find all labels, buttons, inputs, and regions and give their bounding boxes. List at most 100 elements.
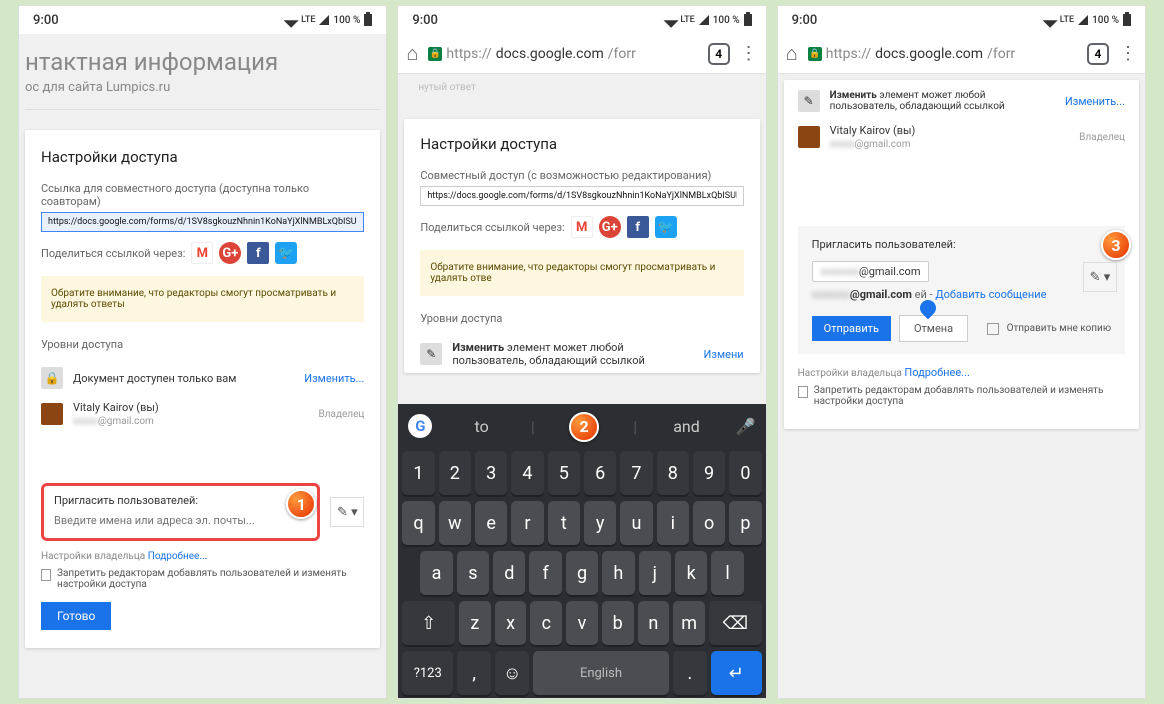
key-q[interactable]: q [402,501,434,545]
key-m[interactable]: m [673,601,705,645]
key-s[interactable]: s [457,551,489,595]
invite-panel: Пригласить пользователей: xxxxxxx@gmail.… [798,226,1125,354]
email-chip[interactable]: xxxxxxx@gmail.com [812,261,930,282]
key-g[interactable]: g [566,551,598,595]
notice-banner: Обратите внимание, что редакторы смогут … [41,276,364,322]
phone-2: 9:00 ◢LTE100 % ⌂ 🔒https://docs.google.co… [397,5,766,699]
menu-icon[interactable]: ⋮ [740,43,758,64]
url-bar: ⌂ 🔒https://docs.google.com/forr 4 ⋮ [398,34,765,74]
send-button[interactable]: Отправить [812,316,891,341]
gmail-icon[interactable]: M [191,242,213,264]
shift-key[interactable]: ⇧ [402,601,455,645]
key-o[interactable]: o [693,501,725,545]
suggestion[interactable]: and [647,417,726,436]
cancel-button[interactable]: Отмена [899,315,968,342]
avatar [798,126,820,148]
key-0[interactable]: 0 [729,451,761,495]
change-link[interactable]: Изменить... [304,372,364,385]
emoji-key[interactable]: ☺ [495,651,529,695]
add-message-link[interactable]: Добавить сообщение [935,288,1046,301]
home-icon[interactable]: ⌂ [786,41,798,66]
key-7[interactable]: 7 [620,451,652,495]
key-y[interactable]: y [584,501,616,545]
key-w[interactable]: w [439,501,471,545]
menu-icon[interactable]: ⋮ [1119,43,1137,64]
pencil-icon: ✎ [420,343,442,365]
symbols-key[interactable]: ?123 [402,651,453,695]
period-key[interactable]: . [673,651,707,695]
step-badge-3: 3 [1101,230,1131,260]
key-l[interactable]: l [711,551,743,595]
key-t[interactable]: t [548,501,580,545]
facebook-icon[interactable]: f [247,242,269,264]
access-card: Настройки доступа Ссылка для совместного… [25,130,380,648]
mic-icon[interactable]: 🎤 [736,417,756,436]
google-icon[interactable]: G [408,414,432,438]
key-x[interactable]: x [495,601,527,645]
key-a[interactable]: a [420,551,452,595]
restrict-checkbox[interactable] [798,386,808,398]
restrict-checkbox[interactable] [41,569,51,581]
key-6[interactable]: 6 [584,451,616,495]
key-1[interactable]: 1 [402,451,434,495]
key-9[interactable]: 9 [693,451,725,495]
card-title: Настройки доступа [41,148,364,166]
twitter-icon[interactable]: 🐦 [275,242,297,264]
tab-switcher[interactable]: 4 [1087,43,1109,65]
key-3[interactable]: 3 [475,451,507,495]
key-z[interactable]: z [459,601,491,645]
home-icon[interactable]: ⌂ [406,41,418,66]
lock-icon: 🔒 [41,367,63,389]
suggestion[interactable]: to [442,417,521,436]
enter-key[interactable]: ↵ [711,651,762,695]
status-bar: 9:00 ◢ LTE 100 % [19,6,386,34]
key-c[interactable]: c [530,601,562,645]
gmail-icon[interactable]: M [571,216,593,238]
key-p[interactable]: p [729,501,761,545]
key-f[interactable]: f [529,551,561,595]
send-copy-checkbox[interactable] [987,323,999,335]
key-4[interactable]: 4 [511,451,543,495]
status-bar: 9:00 ◢LTE100 % [398,6,765,34]
page-title: нтактная информация [25,40,380,80]
tab-switcher[interactable]: 4 [708,43,730,65]
share-url-input[interactable] [420,186,743,206]
phone-1: 9:00 ◢ LTE 100 % нтактная информация ос … [18,5,387,699]
invite-block: Пригласить пользователей: [41,483,320,541]
key-e[interactable]: e [475,501,507,545]
pencil-button[interactable]: ✎ ▾ [330,497,364,527]
key-n[interactable]: n [638,601,670,645]
key-8[interactable]: 8 [657,451,689,495]
key-b[interactable]: b [602,601,634,645]
comma-key[interactable]: , [457,651,491,695]
page-subtitle: ос для сайта Lumpics.ru [25,80,380,109]
step-badge-2: 2 [569,412,599,442]
key-2[interactable]: 2 [439,451,471,495]
pencil-button[interactable]: ✎ ▾ [1083,262,1117,292]
pencil-icon: ✎ [798,90,820,112]
key-h[interactable]: h [602,551,634,595]
googleplus-icon[interactable]: G+ [599,216,621,238]
key-d[interactable]: d [493,551,525,595]
backspace-key[interactable]: ⌫ [709,601,762,645]
done-button[interactable]: Готово [41,602,111,630]
facebook-icon[interactable]: f [627,216,649,238]
clock: 9:00 [33,13,59,28]
avatar [41,403,63,425]
key-u[interactable]: u [620,501,652,545]
key-5[interactable]: 5 [548,451,580,495]
invite-input[interactable] [54,511,307,530]
key-j[interactable]: j [639,551,671,595]
space-key[interactable]: English [533,651,669,695]
status-icons: ◢ LTE 100 % [286,12,372,28]
key-i[interactable]: i [657,501,689,545]
key-k[interactable]: k [675,551,707,595]
twitter-icon[interactable]: 🐦 [655,216,677,238]
googleplus-icon[interactable]: G+ [219,242,241,264]
url-text[interactable]: 🔒https://docs.google.com/forr [428,46,697,62]
keyboard: G to | I 2 | and 🎤 1234567890 qwertyuiop… [398,404,765,698]
share-url-input[interactable] [41,212,364,232]
key-v[interactable]: v [566,601,598,645]
more-link[interactable]: Подробнее... [148,551,208,562]
key-r[interactable]: r [511,501,543,545]
